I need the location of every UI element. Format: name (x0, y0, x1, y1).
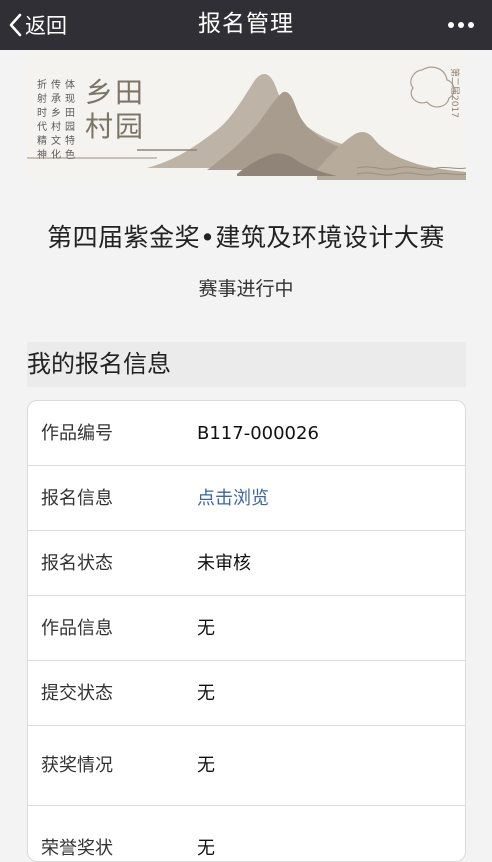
svg-text:村: 村 (51, 120, 61, 133)
svg-text:园: 园 (65, 121, 75, 133)
svg-text:承: 承 (51, 93, 61, 105)
row-label: 获奖情况 (41, 755, 113, 776)
svg-text:现: 现 (65, 93, 75, 105)
more-dots-icon (444, 22, 474, 28)
competition-title: 第四届紫金奖•建筑及环境设计大赛 (47, 223, 445, 252)
info-row-registration-status: 报名状态 未审核 (28, 531, 465, 596)
svg-text:精: 精 (37, 134, 47, 147)
info-row-honor-certificate: 荣誉奖状 无 (28, 806, 465, 861)
page-title: 报名管理 (198, 11, 294, 37)
svg-text:体: 体 (65, 79, 75, 91)
section-title: 我的报名信息 (27, 350, 171, 378)
top-navigation-bar: 返回 报名管理 (0, 0, 492, 50)
row-value: B117-000026 (197, 423, 319, 444)
svg-text:代: 代 (37, 121, 47, 133)
svg-text:化: 化 (51, 148, 61, 161)
svg-text:田: 田 (115, 76, 143, 109)
svg-text:神: 神 (37, 148, 47, 161)
svg-text:折: 折 (37, 78, 47, 91)
svg-text:第二届2017: 第二届2017 (449, 68, 461, 118)
row-value: 未审核 (197, 553, 251, 574)
view-registration-link[interactable]: 点击浏览 (197, 466, 269, 531)
info-row-work-info: 作品信息 无 (28, 596, 465, 661)
svg-text:村: 村 (85, 110, 113, 143)
svg-text:时: 时 (37, 107, 47, 119)
row-value: 无 (197, 683, 215, 704)
competition-status: 赛事进行中 (198, 278, 294, 300)
landscape-banner-image: 折射时代精神 传承乡村文化 体现田园特色 乡 田 村 园 第二届2017 (27, 50, 466, 180)
row-value: 无 (197, 755, 215, 776)
row-label: 报名状态 (41, 553, 113, 574)
row-label: 作品信息 (41, 618, 113, 639)
svg-text:传: 传 (51, 79, 61, 91)
svg-text:乡: 乡 (85, 76, 113, 109)
registration-info-card: 作品编号 B117-000026 报名信息 点击浏览 报名状态 未审核 作品信息… (27, 400, 466, 862)
more-menu-button[interactable] (444, 0, 474, 50)
info-row-submission-status: 提交状态 无 (28, 661, 465, 726)
svg-text:乡: 乡 (51, 107, 61, 119)
row-value: 无 (197, 618, 215, 639)
row-label: 提交状态 (41, 683, 113, 704)
svg-text:特: 特 (65, 135, 75, 147)
svg-text:色: 色 (65, 148, 75, 161)
row-label: 报名信息 (41, 488, 113, 509)
svg-text:射: 射 (37, 93, 47, 105)
info-row-registration-info: 报名信息 点击浏览 (28, 466, 465, 531)
competition-banner: 折射时代精神 传承乡村文化 体现田园特色 乡 田 村 园 第二届2017 (27, 50, 466, 180)
row-label: 荣誉奖状 (41, 838, 113, 859)
section-header: 我的报名信息 (27, 342, 466, 387)
row-value: 无 (197, 838, 215, 859)
svg-text:文: 文 (51, 134, 61, 147)
svg-text:园: 园 (115, 110, 143, 143)
info-row-awards: 获奖情况 无 (28, 726, 465, 806)
svg-text:田: 田 (65, 108, 75, 119)
info-row-work-id: 作品编号 B117-000026 (28, 401, 465, 466)
row-label: 作品编号 (41, 423, 113, 444)
